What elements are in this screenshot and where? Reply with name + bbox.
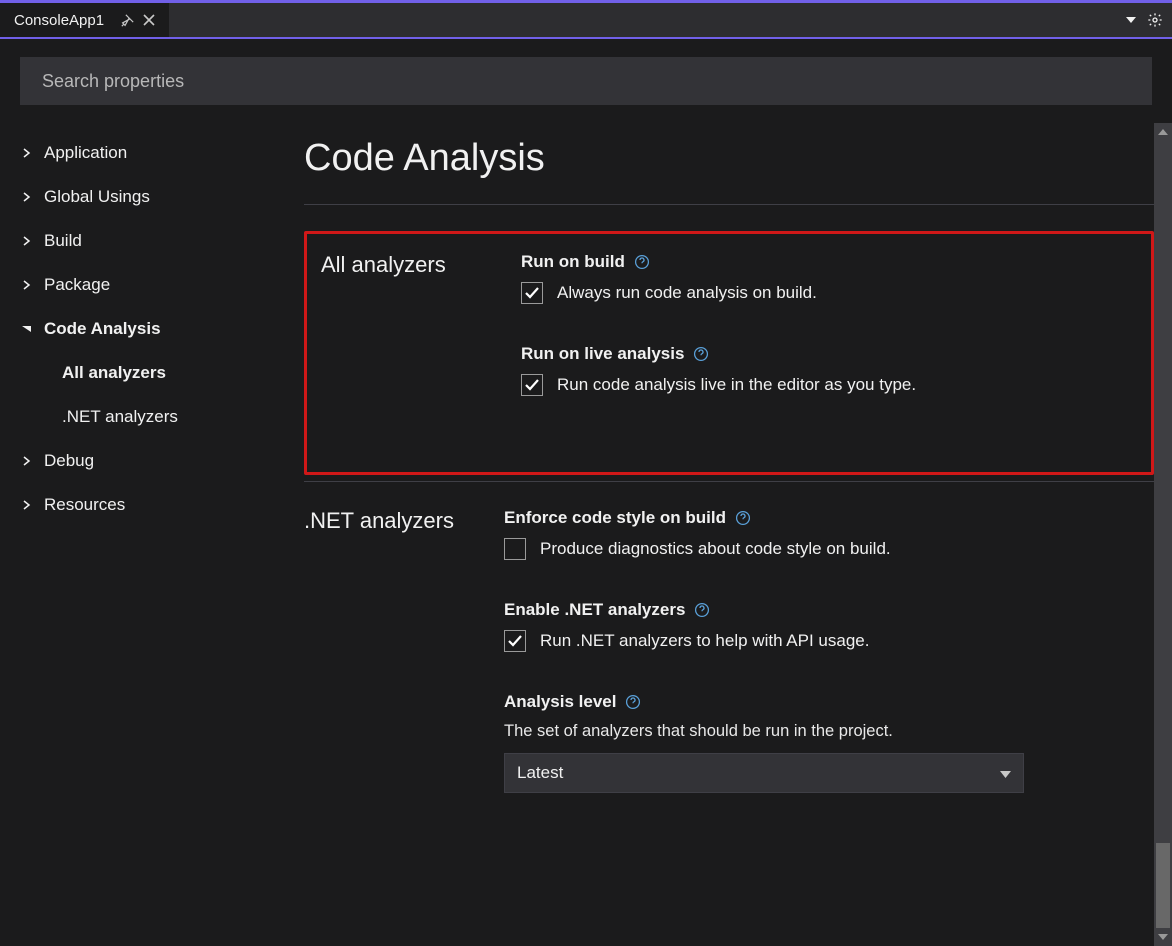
highlight-all-analyzers: All analyzers Run on build [304, 231, 1154, 475]
sidebar: Application Global Usings Build Package … [0, 123, 300, 946]
chevron-right-icon [20, 236, 34, 246]
sidebar-item-application[interactable]: Application [20, 131, 300, 175]
main-panel: Code Analysis All analyzers Run on build [300, 123, 1172, 946]
sidebar-item-resources[interactable]: Resources [20, 483, 300, 527]
sidebar-subitem-all-analyzers[interactable]: All analyzers [20, 351, 300, 395]
field-enable-net: Enable .NET analyzers Run .NET analyzers… [504, 600, 1124, 652]
pin-icon[interactable] [118, 11, 136, 29]
field-title: Enforce code style on build [504, 508, 726, 528]
field-title: Enable .NET analyzers [504, 600, 685, 620]
checkbox-run-on-live[interactable] [521, 374, 543, 396]
sidebar-item-label: Build [44, 231, 82, 251]
sidebar-item-label: Global Usings [44, 187, 150, 207]
field-title: Analysis level [504, 692, 616, 712]
sidebar-item-package[interactable]: Package [20, 263, 300, 307]
sidebar-item-label: Application [44, 143, 127, 163]
checkbox-label: Produce diagnostics about code style on … [540, 539, 891, 559]
scroll-thumb[interactable] [1156, 843, 1170, 933]
chevron-down-icon [20, 325, 34, 333]
select-analysis-level[interactable]: Latest [504, 753, 1024, 793]
sidebar-item-label: Resources [44, 495, 125, 515]
field-run-on-build: Run on build Always run code analysis on… [521, 252, 1107, 304]
sidebar-item-label: Code Analysis [44, 319, 161, 339]
page-title: Code Analysis [304, 123, 1154, 204]
field-enforce-style: Enforce code style on build Produce diag… [504, 508, 1124, 560]
checkbox-label: Run .NET analyzers to help with API usag… [540, 631, 869, 651]
sidebar-item-global-usings[interactable]: Global Usings [20, 175, 300, 219]
dropdown-icon[interactable] [1120, 9, 1142, 31]
sidebar-item-label: Debug [44, 451, 94, 471]
field-title: Run on build [521, 252, 625, 272]
divider [304, 481, 1154, 482]
help-icon[interactable] [633, 253, 651, 271]
help-icon[interactable] [692, 345, 710, 363]
checkbox-label: Always run code analysis on build. [557, 283, 817, 303]
field-description: The set of analyzers that should be run … [504, 722, 1124, 741]
field-analysis-level: Analysis level The set of analyzers that… [504, 692, 1124, 793]
help-icon[interactable] [693, 601, 711, 619]
tab-title: ConsoleApp1 [14, 12, 104, 29]
chevron-down-icon [1000, 763, 1011, 783]
section-heading-all-analyzers: All analyzers [321, 252, 521, 406]
field-title: Run on live analysis [521, 344, 684, 364]
checkbox-run-on-build[interactable] [521, 282, 543, 304]
checkbox-enable-net[interactable] [504, 630, 526, 652]
divider [304, 204, 1154, 205]
sidebar-subitem-net-analyzers[interactable]: .NET analyzers [20, 395, 300, 439]
sidebar-item-label: All analyzers [62, 363, 166, 383]
tab-bar: ConsoleApp1 [0, 3, 1172, 37]
help-icon[interactable] [734, 509, 752, 527]
chevron-right-icon [20, 280, 34, 290]
scroll-down-icon[interactable] [1154, 928, 1172, 946]
chevron-right-icon [20, 456, 34, 466]
chevron-right-icon [20, 148, 34, 158]
field-run-on-live: Run on live analysis Run code analysis l… [521, 344, 1107, 396]
close-icon[interactable] [140, 11, 158, 29]
sidebar-item-code-analysis[interactable]: Code Analysis [20, 307, 300, 351]
scrollbar[interactable] [1154, 123, 1172, 946]
checkbox-enforce-style[interactable] [504, 538, 526, 560]
select-value: Latest [517, 763, 563, 783]
section-heading-net-analyzers: .NET analyzers [304, 508, 504, 803]
sidebar-item-label: .NET analyzers [62, 407, 178, 427]
gear-icon[interactable] [1144, 9, 1166, 31]
tab-consoleapp1[interactable]: ConsoleApp1 [0, 3, 169, 37]
sidebar-item-debug[interactable]: Debug [20, 439, 300, 483]
sidebar-item-build[interactable]: Build [20, 219, 300, 263]
chevron-right-icon [20, 192, 34, 202]
checkbox-label: Run code analysis live in the editor as … [557, 375, 916, 395]
search-input[interactable] [20, 57, 1152, 105]
chevron-right-icon [20, 500, 34, 510]
sidebar-item-label: Package [44, 275, 110, 295]
help-icon[interactable] [624, 693, 642, 711]
scroll-up-icon[interactable] [1154, 123, 1172, 141]
